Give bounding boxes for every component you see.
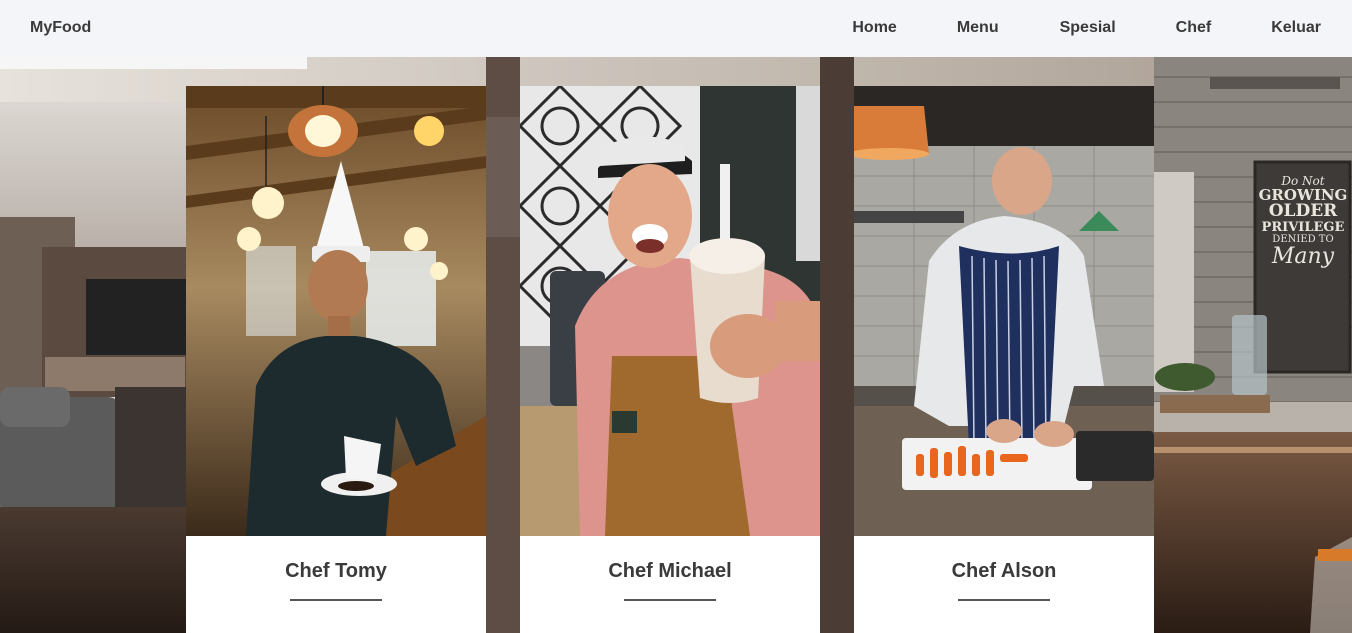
chef-name: Chef Michael [608, 560, 732, 582]
nav-link-menu[interactable]: Menu [957, 19, 999, 37]
chef-name: Chef Tomy [285, 560, 387, 582]
chalkboard-sign: Do Not GROWING OLDER PRIVILEGE DENIED TO… [1258, 174, 1348, 270]
chef-card-michael[interactable]: Chef Michael [520, 86, 820, 633]
nav-link-keluar[interactable]: Keluar [1271, 19, 1321, 37]
navbar: MyFood Home Menu Spesial Chef Keluar [0, 0, 1352, 57]
nav-link-chef[interactable]: Chef [1176, 19, 1212, 37]
chef-photo [854, 86, 1154, 536]
brand-logo[interactable]: MyFood [30, 19, 91, 37]
name-underline [290, 599, 382, 601]
chef-name: Chef Alson [951, 560, 1057, 582]
chef-card-tomy[interactable]: Chef Tomy [186, 86, 486, 633]
nav-link-spesial[interactable]: Spesial [1060, 19, 1116, 37]
name-underline [958, 599, 1050, 601]
chef-caption: Chef Alson [854, 536, 1154, 633]
chef-photo [520, 86, 820, 536]
name-underline [624, 599, 716, 601]
nav-links: Home Menu Spesial Chef Keluar [852, 19, 1321, 37]
chef-photo [186, 86, 486, 536]
nav-link-home[interactable]: Home [852, 19, 896, 37]
chef-card-alson[interactable]: Chef Alson [854, 86, 1154, 633]
chef-caption: Chef Michael [520, 536, 820, 633]
chef-caption: Chef Tomy [186, 536, 486, 633]
